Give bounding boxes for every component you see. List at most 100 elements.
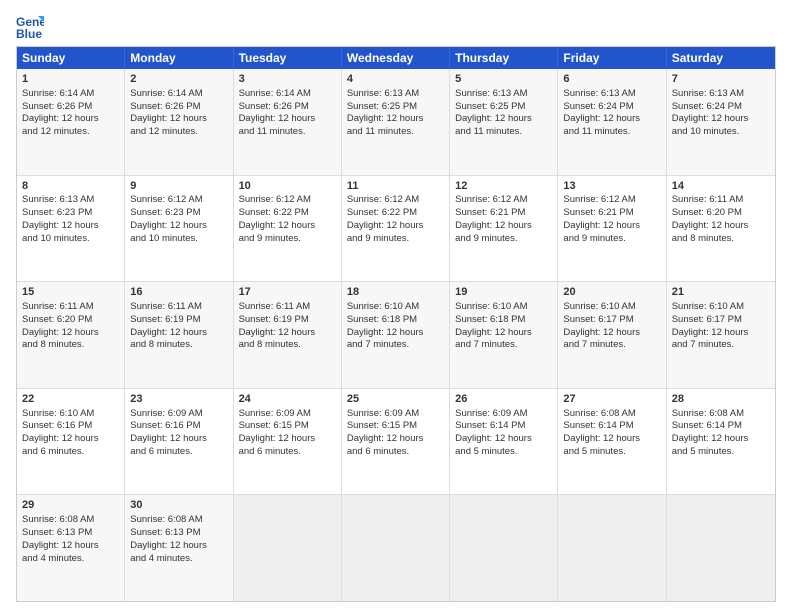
day-info: Daylight: 12 hours	[22, 433, 99, 444]
calendar-cell: 14Sunrise: 6:11 AMSunset: 6:20 PMDayligh…	[667, 176, 775, 282]
day-info: Sunset: 6:20 PM	[672, 207, 742, 218]
day-info: Sunrise: 6:09 AM	[455, 408, 527, 419]
day-info: Sunrise: 6:11 AM	[130, 301, 202, 312]
day-info: Sunrise: 6:10 AM	[22, 408, 94, 419]
calendar-cell: 28Sunrise: 6:08 AMSunset: 6:14 PMDayligh…	[667, 389, 775, 495]
day-info: Sunrise: 6:13 AM	[347, 88, 419, 99]
day-info: Sunrise: 6:14 AM	[239, 88, 311, 99]
day-number: 30	[130, 498, 227, 513]
day-info: Daylight: 12 hours	[22, 540, 99, 551]
day-info: Sunrise: 6:13 AM	[22, 194, 94, 205]
day-info: and 6 minutes.	[22, 446, 84, 457]
day-info: Sunset: 6:20 PM	[22, 314, 92, 325]
calendar-row-1: 8Sunrise: 6:13 AM Sunset: 6:23 PM Daylight…	[17, 176, 775, 283]
day-info: Sunset: 6:22 PM	[239, 207, 309, 218]
day-info: and 11 minutes.	[455, 126, 522, 137]
header: General Blue	[16, 12, 776, 40]
day-number: 5	[455, 72, 552, 87]
day-info: Sunrise: 6:13 AM	[455, 88, 527, 99]
logo: General Blue	[16, 12, 48, 40]
day-info: Sunset: 6:15 PM	[347, 420, 417, 431]
day-info: Sunrise: 6:10 AM	[347, 301, 419, 312]
calendar-cell: 24Sunrise: 6:09 AMSunset: 6:15 PMDayligh…	[234, 389, 342, 495]
calendar-cell: 13Sunrise: 6:12 AMSunset: 6:21 PMDayligh…	[558, 176, 666, 282]
calendar-cell: 19Sunrise: 6:10 AMSunset: 6:18 PMDayligh…	[450, 282, 558, 388]
calendar: SundayMondayTuesdayWednesdayThursdayFrid…	[16, 46, 776, 602]
day-number: 18	[347, 285, 444, 300]
day-info: and 4 minutes.	[130, 553, 192, 564]
day-info: and 8 minutes.	[22, 339, 84, 350]
calendar-cell: 17Sunrise: 6:11 AMSunset: 6:19 PMDayligh…	[234, 282, 342, 388]
day-info: Sunset: 6:25 PM	[347, 101, 417, 112]
header-day-sunday: Sunday	[17, 47, 125, 69]
day-info: Sunrise: 6:10 AM	[563, 301, 635, 312]
day-info: and 11 minutes.	[347, 126, 414, 137]
calendar-cell: 22Sunrise: 6:10 AMSunset: 6:16 PMDayligh…	[17, 389, 125, 495]
calendar-cell	[667, 495, 775, 601]
day-info: Daylight: 12 hours	[672, 220, 749, 231]
calendar-cell: 16Sunrise: 6:11 AMSunset: 6:19 PMDayligh…	[125, 282, 233, 388]
day-info: Daylight: 12 hours	[672, 327, 749, 338]
day-info: Sunset: 6:15 PM	[239, 420, 309, 431]
day-info: Daylight: 12 hours	[455, 220, 532, 231]
day-info: and 6 minutes.	[130, 446, 192, 457]
day-number: 20	[563, 285, 660, 300]
calendar-cell: 5Sunrise: 6:13 AMSunset: 6:25 PMDaylight…	[450, 69, 558, 175]
day-number: 11	[347, 179, 444, 194]
day-info: Sunrise: 6:13 AM	[672, 88, 744, 99]
day-number: 19	[455, 285, 552, 300]
svg-text:Blue: Blue	[16, 27, 42, 40]
calendar-cell: 4Sunrise: 6:13 AMSunset: 6:25 PMDaylight…	[342, 69, 450, 175]
logo-icon: General Blue	[16, 12, 44, 40]
calendar-cell: 3Sunrise: 6:14 AMSunset: 6:26 PMDaylight…	[234, 69, 342, 175]
day-info: Daylight: 12 hours	[22, 113, 99, 124]
calendar-cell: 29Sunrise: 6:08 AMSunset: 6:13 PMDayligh…	[17, 495, 125, 601]
day-info: Sunrise: 6:12 AM	[347, 194, 419, 205]
day-info: Daylight: 12 hours	[347, 433, 424, 444]
day-info: Daylight: 12 hours	[455, 433, 532, 444]
day-info: Sunset: 6:14 PM	[455, 420, 525, 431]
day-number: 29	[22, 498, 119, 513]
day-info: Sunset: 6:17 PM	[672, 314, 742, 325]
day-info: Sunset: 6:26 PM	[130, 101, 200, 112]
day-info: Sunrise: 6:14 AM	[130, 88, 202, 99]
day-info: Sunrise: 6:09 AM	[347, 408, 419, 419]
day-info: and 6 minutes.	[239, 446, 301, 457]
calendar-cell: 15Sunrise: 6:11 AMSunset: 6:20 PMDayligh…	[17, 282, 125, 388]
day-info: and 7 minutes.	[563, 339, 625, 350]
day-info: and 11 minutes.	[563, 126, 630, 137]
day-info: and 5 minutes.	[672, 446, 734, 457]
day-info: Sunset: 6:24 PM	[672, 101, 742, 112]
calendar-cell	[450, 495, 558, 601]
calendar-cell: 2Sunrise: 6:14 AMSunset: 6:26 PMDaylight…	[125, 69, 233, 175]
day-info: and 4 minutes.	[22, 553, 84, 564]
day-number: 8	[22, 179, 119, 194]
day-info: Sunset: 6:19 PM	[130, 314, 200, 325]
header-day-thursday: Thursday	[450, 47, 558, 69]
day-info: and 5 minutes.	[455, 446, 517, 457]
day-info: Sunrise: 6:08 AM	[22, 514, 94, 525]
day-number: 26	[455, 392, 552, 407]
day-info: and 10 minutes.	[672, 126, 740, 137]
day-info: Sunset: 6:16 PM	[22, 420, 92, 431]
header-day-tuesday: Tuesday	[234, 47, 342, 69]
day-info: Sunset: 6:23 PM	[22, 207, 92, 218]
day-info: Sunset: 6:14 PM	[672, 420, 742, 431]
day-info: and 12 minutes.	[130, 126, 198, 137]
day-info: Daylight: 12 hours	[22, 327, 99, 338]
calendar-cell: 7Sunrise: 6:13 AMSunset: 6:24 PMDaylight…	[667, 69, 775, 175]
day-info: Daylight: 12 hours	[563, 433, 640, 444]
day-info: Sunset: 6:21 PM	[455, 207, 525, 218]
day-info: Daylight: 12 hours	[130, 433, 207, 444]
calendar-cell: 27Sunrise: 6:08 AMSunset: 6:14 PMDayligh…	[558, 389, 666, 495]
calendar-cell: 23Sunrise: 6:09 AMSunset: 6:16 PMDayligh…	[125, 389, 233, 495]
day-info: and 9 minutes.	[239, 233, 301, 244]
day-info: Sunrise: 6:08 AM	[672, 408, 744, 419]
day-number: 13	[563, 179, 660, 194]
calendar-cell: 20Sunrise: 6:10 AMSunset: 6:17 PMDayligh…	[558, 282, 666, 388]
day-number: 21	[672, 285, 770, 300]
day-info: Sunrise: 6:10 AM	[455, 301, 527, 312]
day-number: 10	[239, 179, 336, 194]
day-number: 1	[22, 72, 119, 87]
day-info: Daylight: 12 hours	[563, 220, 640, 231]
